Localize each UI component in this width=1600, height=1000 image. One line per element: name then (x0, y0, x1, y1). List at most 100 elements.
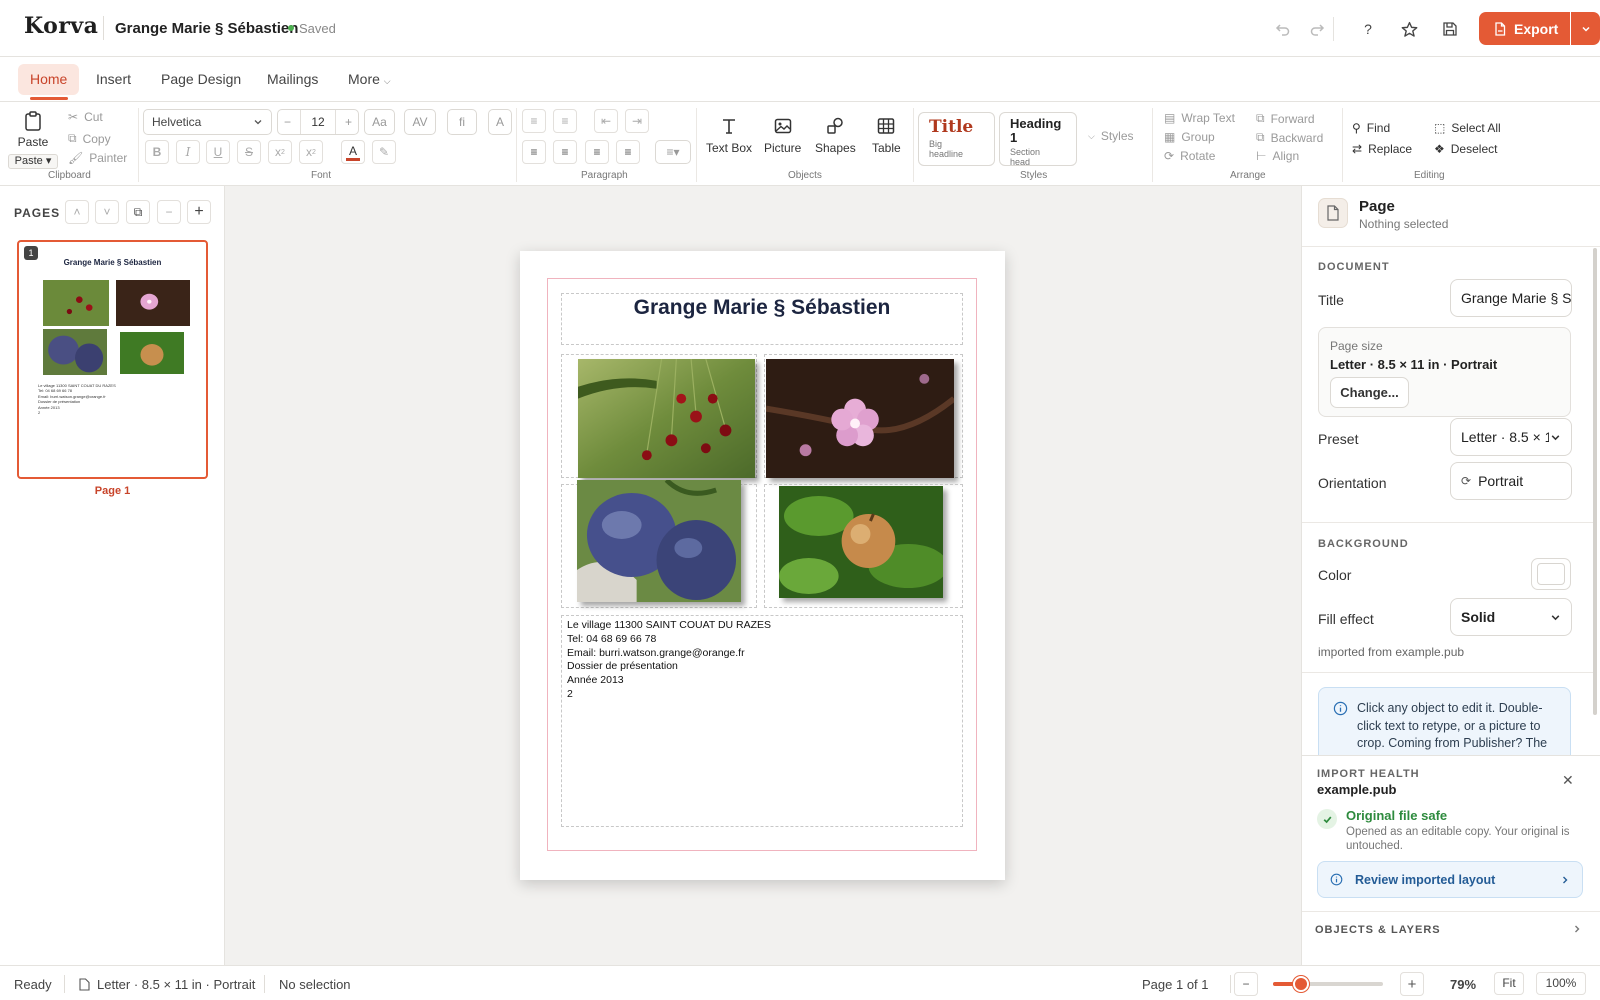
help-button[interactable]: ? (1356, 17, 1380, 41)
page-thumbnail[interactable]: 1 Grange Marie § Sébastien Le village 11… (17, 240, 208, 479)
style-title[interactable]: Title Big headline (918, 112, 995, 166)
file-icon (1495, 21, 1506, 36)
move-page-up-button[interactable]: ˄ (65, 200, 89, 224)
redo-button[interactable] (1305, 17, 1329, 41)
chevron-down-icon (1551, 614, 1560, 620)
photo-blossom[interactable] (766, 359, 954, 478)
ligatures-button[interactable]: fi (447, 109, 477, 135)
align-right-button[interactable]: ≡ (585, 140, 609, 164)
delete-page-button[interactable]: − (157, 200, 181, 224)
font-color-button[interactable]: A (341, 140, 365, 164)
underline-button[interactable]: U (206, 140, 230, 164)
title-frame[interactable]: Grange Marie § Sébastien (561, 293, 963, 345)
export-menu-button[interactable] (1571, 12, 1600, 45)
close-icon[interactable]: ✕ (1562, 772, 1574, 789)
title-label: Title (1318, 292, 1344, 308)
minus-icon[interactable]: − (284, 115, 291, 129)
font-family-select[interactable]: Helvetica (143, 109, 272, 135)
superscript-button[interactable]: x2 (299, 140, 323, 164)
duplicate-page-button[interactable]: ⧉ (126, 200, 150, 224)
justify-button[interactable]: ≡ (616, 140, 640, 164)
top-bar: Korva Grange Marie § Sébastien Saved ? E… (0, 0, 1600, 57)
save-button[interactable] (1438, 17, 1462, 41)
title-input[interactable]: Grange Marie § Sébastien (1450, 279, 1572, 317)
group-button[interactable]: ▦ Group (1164, 130, 1215, 144)
scrollbar[interactable] (1593, 248, 1597, 715)
character-spacing-button[interactable]: AV (404, 109, 436, 135)
preset-select[interactable]: Letter · 8.5 × 11 in (1450, 418, 1572, 456)
photo-cherries[interactable] (578, 359, 755, 478)
section-document-heading: DOCUMENT (1318, 261, 1390, 273)
italic-button[interactable]: I (176, 140, 200, 164)
objects-layers-heading[interactable]: OBJECTS & LAYERS (1315, 924, 1441, 936)
export-button[interactable]: Export (1479, 12, 1570, 45)
change-page-size-button[interactable]: Change... (1330, 377, 1409, 408)
review-layout-button[interactable]: Review imported layout (1317, 861, 1583, 898)
move-page-down-button[interactable]: ˅ (95, 200, 119, 224)
copy-button[interactable]: ⧉ Copy (68, 131, 111, 146)
tab-page-design[interactable]: Page Design (149, 64, 253, 95)
find-button[interactable]: ⚲ Find (1352, 121, 1390, 135)
insert-shapes-button[interactable]: Shapes (815, 116, 856, 155)
change-case-button[interactable]: Aa (364, 109, 395, 135)
fit-button[interactable]: Fit (1494, 972, 1524, 995)
format-painter-button[interactable]: 🖌 Painter (68, 151, 127, 165)
align-button[interactable]: ⊢ Align (1256, 149, 1299, 163)
paste-menu-button[interactable]: Paste ▾ (8, 154, 58, 169)
divider (1333, 17, 1334, 41)
bullets-button[interactable]: ≡ (522, 109, 546, 133)
status-page-size: Letter · 8.5 × 11 in · Portrait (79, 977, 255, 992)
chevron-right-icon (1563, 876, 1568, 883)
subscript-button[interactable]: x2 (268, 140, 292, 164)
background-color-swatch[interactable] (1531, 558, 1571, 590)
document-title[interactable]: Grange Marie § Sébastien (115, 20, 298, 37)
deselect-button[interactable]: ❖ Deselect (1434, 142, 1497, 156)
align-left-button[interactable]: ≡ (522, 140, 546, 164)
numbering-button[interactable]: ≡ (553, 109, 577, 133)
font-size-stepper[interactable]: −12 + (277, 109, 359, 135)
add-page-button[interactable]: + (187, 200, 211, 224)
page-size-label: Page size (1330, 339, 1383, 353)
replace-button[interactable]: ⇄ Replace (1352, 142, 1412, 156)
insert-table-button[interactable]: Table (872, 116, 901, 155)
page-sheet[interactable]: Grange Marie § Sébastien Le village 1130… (520, 251, 1005, 880)
tab-more[interactable]: More ⌵ (336, 64, 403, 95)
fill-effect-select[interactable]: Solid (1450, 598, 1572, 636)
text-frame[interactable]: Le village 11300 SAINT COUAT DU RAZES Tel… (561, 615, 963, 827)
send-backward-button[interactable]: ⧉ Backward (1256, 130, 1323, 145)
tab-mailings[interactable]: Mailings (255, 64, 330, 95)
undo-button[interactable] (1271, 17, 1295, 41)
decrease-indent-button[interactable]: ⇤ (594, 109, 618, 133)
zoom-100-button[interactable]: 100% (1536, 972, 1586, 995)
plus-icon[interactable]: + (345, 115, 352, 129)
cut-button[interactable]: ✂ Cut (68, 110, 103, 124)
rotate-button[interactable]: ⟳ Rotate (1164, 149, 1215, 163)
highlight-button[interactable]: ✎ (372, 140, 396, 164)
favorite-button[interactable] (1397, 17, 1421, 41)
photo-medlar[interactable] (779, 486, 943, 598)
style-heading-1[interactable]: Heading 1 Section head (999, 112, 1077, 167)
strikethrough-button[interactable]: S (237, 140, 261, 164)
insert-picture-button[interactable]: Picture (764, 116, 801, 155)
group-icon: ▦ (1164, 130, 1176, 144)
styles-more-button[interactable]: ⌵ Styles (1088, 129, 1134, 143)
tab-insert[interactable]: Insert (84, 64, 143, 95)
wrap-text-button[interactable]: ▤ Wrap Text (1164, 111, 1235, 125)
increase-indent-button[interactable]: ⇥ (625, 109, 649, 133)
photo-plums[interactable] (577, 480, 741, 602)
paste-button[interactable]: Paste (14, 110, 52, 149)
zoom-in-button[interactable]: + (1400, 972, 1424, 996)
clear-formatting-button[interactable]: A (488, 109, 512, 135)
text-box-icon (723, 119, 736, 134)
zoom-out-button[interactable]: − (1234, 972, 1258, 996)
align-center-button[interactable]: ≡ (553, 140, 577, 164)
select-all-button[interactable]: ⬚ Select All (1434, 121, 1501, 135)
bring-forward-button[interactable]: ⧉ Forward (1256, 111, 1315, 126)
bold-button[interactable]: B (145, 140, 169, 164)
orientation-toggle[interactable]: ⟳ Portrait (1450, 462, 1572, 500)
tab-home[interactable]: Home (18, 64, 80, 95)
insert-text-box-button[interactable]: Text Box (706, 116, 752, 155)
zoom-slider[interactable] (1273, 976, 1383, 992)
zoom-slider-handle[interactable] (1292, 976, 1309, 992)
line-spacing-button[interactable]: ≡▾ (655, 140, 691, 164)
